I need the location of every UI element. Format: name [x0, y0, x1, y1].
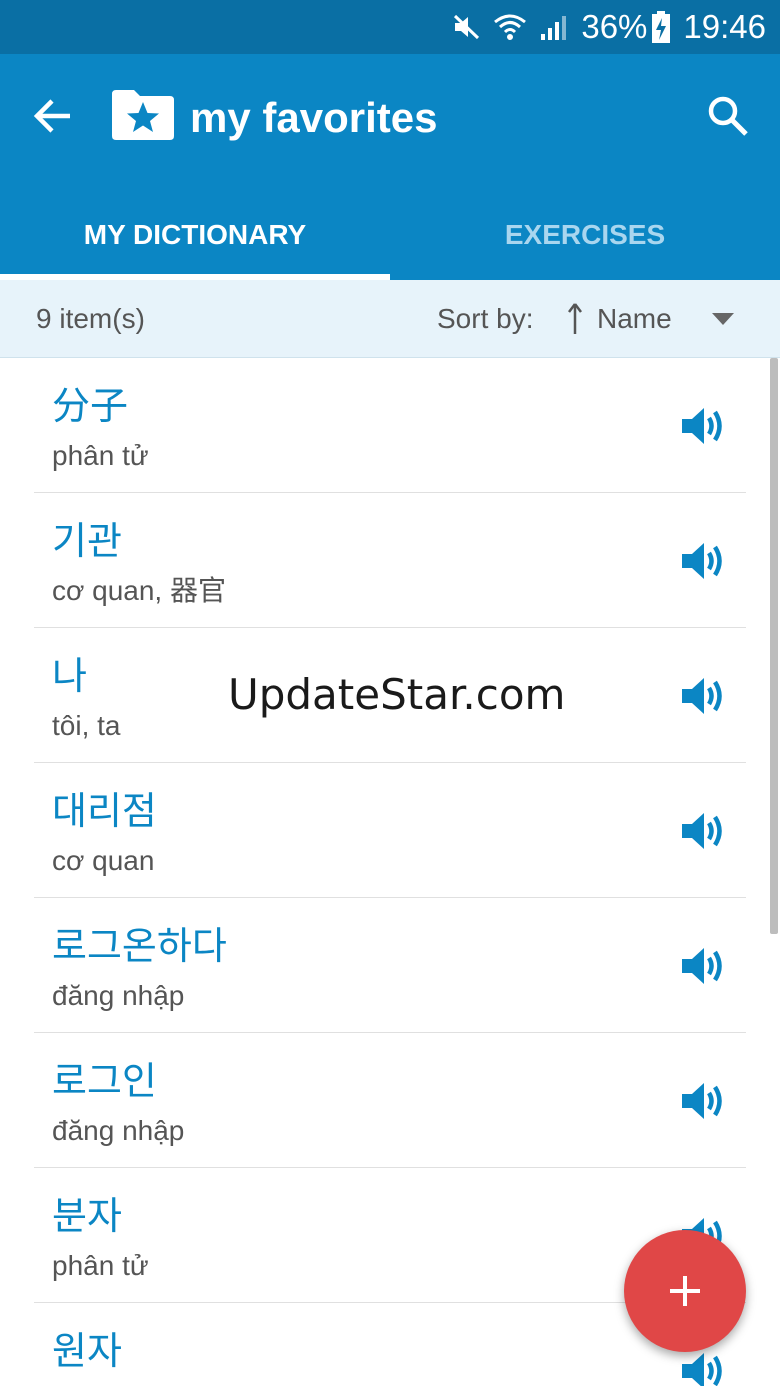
- list-item[interactable]: 로그온하다 đăng nhập: [34, 898, 746, 1033]
- item-word: 나: [52, 654, 87, 698]
- search-button[interactable]: [704, 92, 752, 140]
- back-button[interactable]: [30, 94, 74, 138]
- tab-bar: MY DICTIONARY EXERCISES: [0, 196, 780, 280]
- list-item[interactable]: 로그인 đăng nhập: [34, 1033, 746, 1168]
- sort-ascending-icon[interactable]: [566, 302, 584, 336]
- wifi-icon: [493, 12, 527, 42]
- scrollbar[interactable]: [770, 358, 778, 934]
- speaker-icon[interactable]: [680, 674, 726, 718]
- battery-charging-icon: [651, 10, 671, 44]
- mute-icon: [451, 12, 481, 42]
- page-title: my favorites: [190, 94, 438, 141]
- item-word: 원자: [52, 1329, 122, 1373]
- item-meaning: đăng nhập: [52, 1115, 185, 1146]
- battery-percent: 36%: [581, 8, 648, 45]
- item-word: 分子: [52, 384, 129, 428]
- list-item[interactable]: 기관 cơ quan, 器官: [34, 493, 746, 628]
- item-meaning: cơ quan, 器官: [52, 575, 226, 606]
- favorites-list: 分子 phân tử 기관 cơ quan, 器官 나 tôi, ta 대리점 …: [0, 358, 780, 1386]
- item-word: 로그온하다: [52, 924, 227, 968]
- add-icon: [670, 1276, 700, 1306]
- item-count: 9 item(s): [36, 302, 145, 334]
- item-meaning: phân tử: [52, 1250, 149, 1281]
- list-item[interactable]: 分子 phân tử: [34, 358, 746, 493]
- arrow-back-icon: [33, 99, 70, 133]
- watermark: UpdateStar.com: [228, 670, 566, 719]
- speaker-icon[interactable]: [680, 1349, 726, 1386]
- clock: 19:46: [683, 8, 766, 45]
- sort-value[interactable]: Name: [597, 303, 672, 335]
- item-meaning: đăng nhập: [52, 980, 185, 1011]
- dropdown-arrow-icon[interactable]: [710, 310, 736, 328]
- list-item[interactable]: 대리점 cơ quan: [34, 763, 746, 898]
- item-meaning: phân tử: [52, 440, 149, 471]
- item-meaning: tôi, ta: [52, 710, 121, 741]
- signal-icon: [539, 12, 569, 42]
- speaker-icon[interactable]: [680, 1079, 726, 1123]
- item-word: 기관: [52, 519, 122, 563]
- item-meaning: cơ quan: [52, 845, 155, 876]
- speaker-icon[interactable]: [680, 944, 726, 988]
- item-word: 로그인: [52, 1059, 157, 1103]
- app-bar: my favorites MY DICTIONARY EXERCISES: [0, 54, 780, 280]
- speaker-icon[interactable]: [680, 539, 726, 583]
- star-folder-icon: [110, 88, 176, 142]
- tab-my-dictionary[interactable]: MY DICTIONARY: [0, 196, 390, 280]
- add-button[interactable]: [624, 1230, 746, 1352]
- item-word: 대리점: [52, 789, 157, 833]
- speaker-icon[interactable]: [680, 404, 726, 448]
- status-bar: 36% 19:46: [0, 0, 780, 54]
- tab-exercises[interactable]: EXERCISES: [390, 196, 780, 280]
- sort-label: Sort by:: [437, 302, 534, 334]
- list-toolbar: 9 item(s) Sort by: Name: [0, 280, 780, 358]
- speaker-icon[interactable]: [680, 809, 726, 853]
- search-icon: [708, 96, 748, 136]
- item-word: 분자: [52, 1194, 122, 1238]
